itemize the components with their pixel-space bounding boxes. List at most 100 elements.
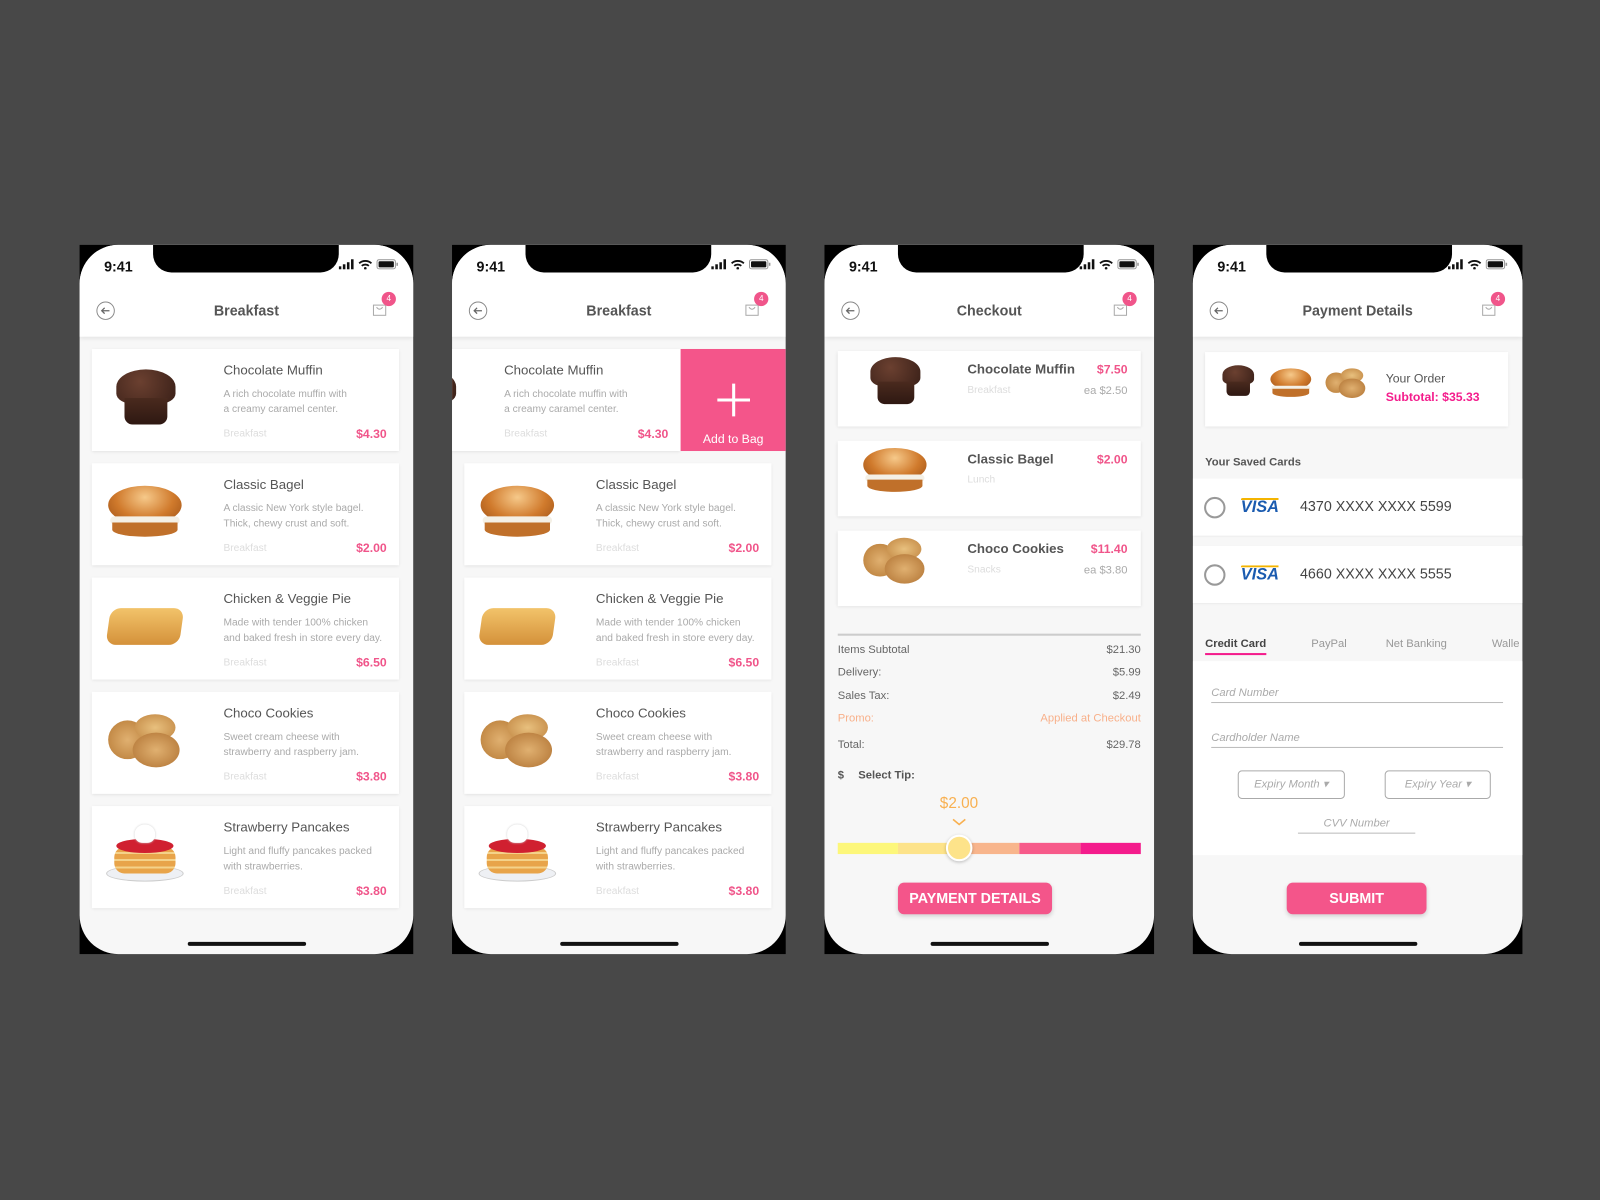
add-to-bag-button[interactable]: Add to Bag [680,348,786,452]
submit-button[interactable]: SUBMIT [1286,882,1427,915]
item-total: $2.00 [1096,452,1128,467]
phone-screen: 9:41 Checkout 4 Chocolate Muffin Breakfa… [824,244,1155,955]
visa-logo: VISA [1240,565,1279,584]
page-title: Payment Details [1302,302,1413,319]
item-price: $2.00 [356,540,387,556]
item-each-price: ea $3.80 [1083,564,1128,577]
bagel-image [860,445,929,497]
item-description: Light and fluffy pancakes packed with str… [223,845,372,873]
tip-slider[interactable] [837,842,1141,855]
cookies-image [860,535,929,587]
bagel-image [1268,366,1313,400]
saved-card-row[interactable]: VISA 4660 XXXX XXXX 5555 [1192,545,1523,604]
home-indicator [187,941,306,946]
notch [897,244,1084,273]
item-name: Classic Bagel [967,451,1054,467]
card-number: 4660 XXXX XXXX 5555 [1299,565,1452,582]
phone-screen: 9:41 Breakfast 4 Chocolate Muffin A rich… [452,244,786,955]
cvv-input[interactable]: CVV Number [1297,817,1416,834]
expiry-year-dropdown[interactable]: Expiry Year ▾ [1384,770,1491,799]
item-description: A classic New York style bagel. Thick, ch… [595,503,737,530]
page-title: Breakfast [213,302,279,319]
payment-tab[interactable]: Credit Card [1205,638,1267,656]
item-description: Light and fluffy pancakes packed with str… [595,845,745,873]
menu-item-card[interactable]: Classic Bagel A classic New York style b… [464,463,772,566]
status-time: 9:41 [476,258,506,275]
order-subtotal: Subtotal: $35.33 [1385,389,1480,405]
radio-button[interactable] [1204,564,1226,586]
menu-item-card[interactable]: Chocolate Muffin A rich chocolate muffin… [452,348,681,452]
card-number-input[interactable]: Card Number [1211,687,1504,704]
summary-row: Sales Tax: $2.49 [837,689,1141,703]
cookies-image [104,710,186,771]
notch [1266,244,1453,273]
add-to-bag-label: Add to Bag [702,431,764,446]
item-description: Sweet cream cheese with strawberry and ra… [223,731,360,759]
menu-item-card[interactable]: Classic Bagel A classic New York style b… [91,463,399,566]
menu-item-card[interactable]: Strawberry Pancakes Light and fluffy pan… [464,806,772,909]
header: 9:41 Checkout 4 [824,244,1155,337]
tip-value: $2.00 [939,794,979,813]
item-price: $4.30 [356,426,387,441]
item-price: $3.80 [356,883,387,898]
item-description: Made with tender 100% chicken and baked f… [223,617,383,644]
item-each-price: ea $2.50 [1083,384,1128,397]
menu-item-card[interactable]: Choco Cookies Sweet cream cheese with str… [464,691,772,794]
pie-image [104,596,186,657]
expiry-month-dropdown[interactable]: Expiry Month ▾ [1237,770,1345,799]
status-icons [1079,259,1140,270]
item-category: Breakfast [223,657,267,669]
saved-cards-label: Your Saved Cards [1205,456,1301,469]
item-category: Breakfast [223,885,267,897]
status-time: 9:41 [1217,258,1246,275]
caret-down-icon: ▾ [1465,778,1471,791]
radio-button[interactable] [1204,496,1226,519]
tip-label: $ Select Tip: [837,769,915,782]
item-name: Classic Bagel [595,476,677,492]
item-category: Breakfast [595,885,640,897]
cart-item-card[interactable]: Choco Cookies Snacks $11.40 ea $3.80 [837,530,1141,607]
item-total: $7.50 [1096,362,1128,377]
pie-image [477,596,559,657]
saved-card-row[interactable]: VISA 4370 XXXX XXXX 5599 [1192,478,1523,536]
visa-logo: VISA [1240,497,1279,517]
signal-icon [1079,259,1095,270]
signal-icon [1447,259,1463,270]
wifi-icon [731,260,745,270]
item-price: $2.00 [728,540,760,556]
order-summary-card: Your Order Subtotal: $35.33 [1205,352,1509,427]
cart-count-badge: 4 [381,291,396,307]
item-description: A rich chocolate muffin with a creamy car… [504,388,628,416]
header: 9:41 Breakfast 4 [79,244,414,337]
summary-row: Delivery: $5.99 [837,666,1141,679]
cart-item-card[interactable]: Classic Bagel Lunch $2.00 [837,440,1141,517]
menu-item-card[interactable]: Chocolate Muffin A rich chocolate muffin… [91,348,399,452]
bagel-image [477,482,559,543]
payment-tab[interactable]: PayPal [1311,638,1347,650]
item-price: $3.80 [356,769,387,784]
cardholder-name-input[interactable]: Cardholder Name [1211,732,1504,748]
home-indicator [559,941,679,946]
payment-details-button[interactable]: PAYMENT DETAILS [897,882,1053,915]
menu-item-card[interactable]: Strawberry Pancakes Light and fluffy pan… [91,806,399,909]
muffin-image [452,367,466,428]
notch [153,244,339,273]
payment-tab[interactable]: Net Banking [1386,638,1447,650]
bagel-image [104,482,186,543]
cookies-image [1323,366,1368,400]
item-description: Made with tender 100% chicken and baked f… [595,617,755,644]
phone-screen: 9:41 Payment Details 4 Your Order Subtot… [1192,244,1523,955]
home-indicator [930,941,1049,946]
menu-item-card[interactable]: Chicken & Veggie Pie Made with tender 10… [91,577,399,680]
menu-item-card[interactable]: Chicken & Veggie Pie Made with tender 10… [464,577,772,680]
item-category: Lunch [967,474,996,486]
item-category: Breakfast [223,542,267,555]
muffin-image [104,367,186,428]
tip-slider-handle[interactable] [945,834,973,862]
menu-item-card[interactable]: Choco Cookies Sweet cream cheese with str… [91,691,399,794]
caret-down-icon: ▾ [1322,778,1329,791]
payment-tab[interactable]: Walle [1492,638,1520,650]
wifi-icon [1467,260,1482,270]
cart-item-card[interactable]: Chocolate Muffin Breakfast $7.50 ea $2.5… [837,351,1141,427]
notch [525,244,712,273]
